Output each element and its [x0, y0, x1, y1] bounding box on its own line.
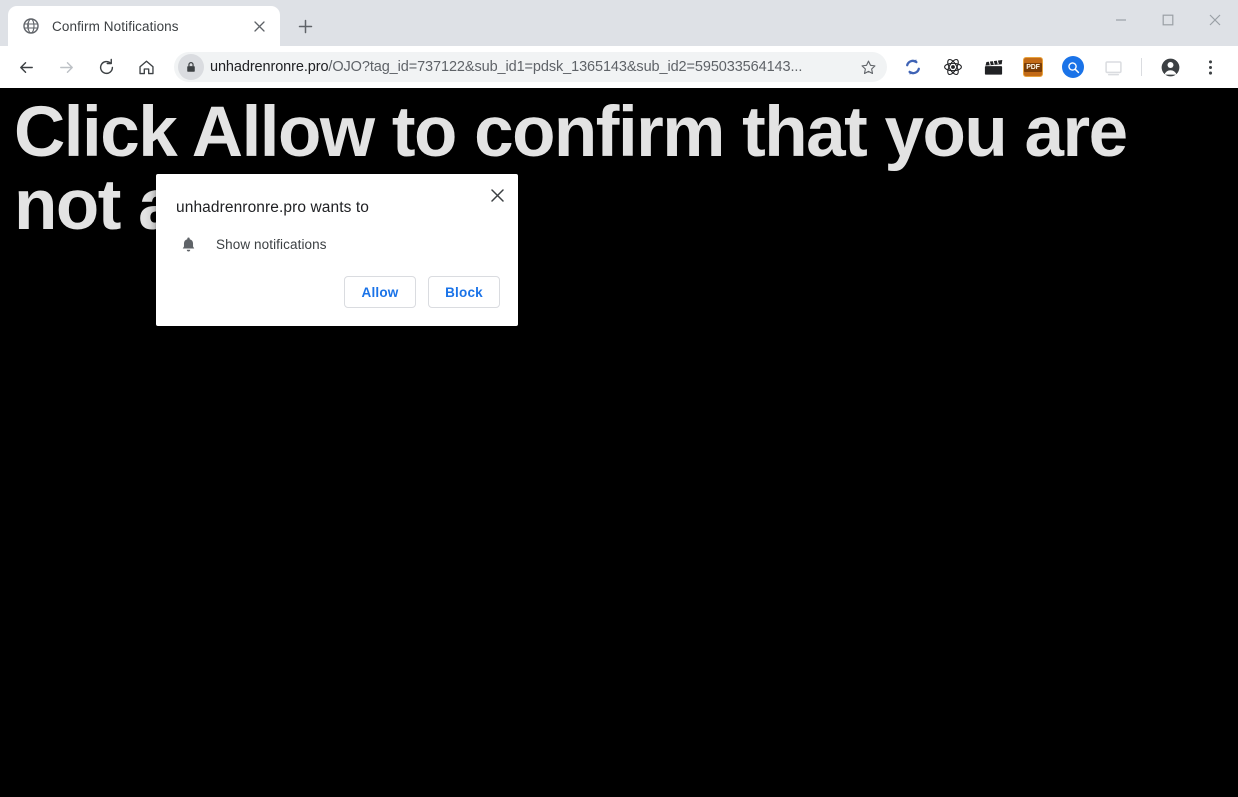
avatar[interactable]	[1155, 52, 1185, 82]
pdf-icon[interactable]: PDF	[1018, 52, 1048, 82]
reload-button[interactable]	[89, 50, 123, 84]
window-close-icon[interactable]	[1191, 0, 1238, 40]
url-path: /OJO?tag_id=737122&sub_id1=pdsk_1365143&…	[328, 59, 803, 75]
tab-strip: Confirm Notifications	[0, 0, 1238, 46]
url-text: unhadrenronre.pro/OJO?tag_id=737122&sub_…	[210, 59, 855, 75]
search-extension-icon[interactable]	[1058, 52, 1088, 82]
home-button[interactable]	[129, 50, 163, 84]
permission-row: Show notifications	[156, 218, 518, 254]
bookmark-star-icon[interactable]	[855, 54, 881, 80]
lock-icon[interactable]	[178, 54, 204, 80]
browser-toolbar: unhadrenronre.pro/OJO?tag_id=737122&sub_…	[0, 46, 1238, 88]
forward-button[interactable]	[49, 50, 83, 84]
browser-tab[interactable]: Confirm Notifications	[8, 6, 280, 46]
new-tab-button[interactable]	[290, 11, 320, 41]
window-controls	[1097, 0, 1238, 40]
toolbar-extension-icons: PDF	[893, 52, 1230, 82]
dialog-title: unhadrenronre.pro wants to	[176, 199, 370, 216]
sync-icon[interactable]	[898, 52, 928, 82]
bell-icon	[178, 234, 198, 254]
minimize-icon[interactable]	[1097, 0, 1144, 40]
dialog-actions: Allow Block	[156, 254, 518, 326]
page-content: Click Allow to confirm that you are not …	[0, 88, 1238, 797]
back-button[interactable]	[9, 50, 43, 84]
clapperboard-icon[interactable]	[978, 52, 1008, 82]
close-icon[interactable]	[248, 15, 270, 37]
block-button[interactable]: Block	[428, 276, 500, 308]
tab-title: Confirm Notifications	[52, 18, 179, 34]
allow-button[interactable]: Allow	[344, 276, 416, 308]
cast-icon[interactable]	[1098, 52, 1128, 82]
toolbar-divider	[1141, 58, 1142, 76]
browser-window: Confirm Notifications unhadrenronre.pro/…	[0, 0, 1238, 797]
notification-permission-dialog: unhadrenronre.pro wants to Show notifica…	[156, 174, 518, 326]
url-host: unhadrenronre.pro	[210, 59, 329, 75]
permission-label: Show notifications	[216, 236, 327, 252]
dialog-close-icon[interactable]	[484, 182, 510, 208]
maximize-icon[interactable]	[1144, 0, 1191, 40]
atom-icon[interactable]	[938, 52, 968, 82]
globe-icon	[22, 18, 39, 35]
pdf-icon-label: PDF	[1024, 62, 1042, 72]
browser-menu-button[interactable]	[1195, 52, 1225, 82]
address-bar[interactable]: unhadrenronre.pro/OJO?tag_id=737122&sub_…	[174, 52, 887, 82]
